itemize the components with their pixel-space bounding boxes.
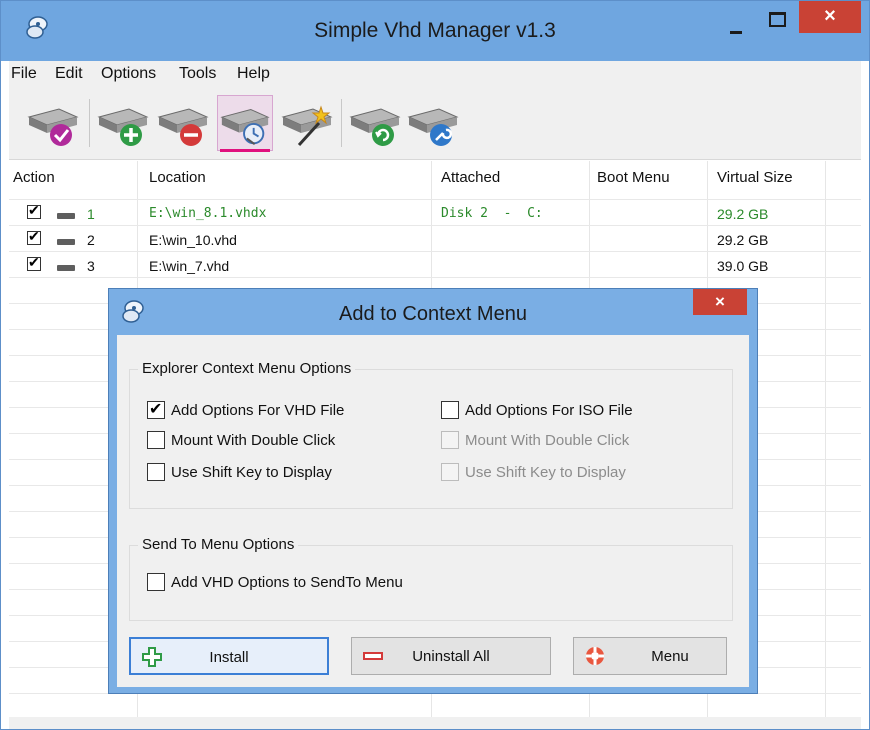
row-attached: Disk 2 - C: <box>441 206 543 221</box>
disk-new-wand-icon <box>281 105 333 147</box>
dialog-body: Explorer Context Menu Options Add Option… <box>117 335 749 687</box>
column-header-location[interactable]: Location <box>149 169 206 186</box>
column-header-boot-menu[interactable]: Boot Menu <box>597 169 670 186</box>
title-bar: Simple Vhd Manager v1.3 × <box>1 1 869 61</box>
checkbox-box[interactable] <box>147 431 165 449</box>
close-button[interactable]: × <box>799 1 861 33</box>
row-number: 2 <box>87 232 95 248</box>
vhd-settings-button[interactable] <box>405 95 461 151</box>
row-location: E:\win_8.1.vhdx <box>149 206 267 221</box>
row-checkbox[interactable] <box>27 228 41 245</box>
install-button[interactable]: Install <box>129 637 329 675</box>
row-virtual-size: 29.2 GB <box>717 232 769 248</box>
column-divider <box>825 161 826 717</box>
menu-bar: File Edit Options Tools Help <box>9 61 861 87</box>
menu-file[interactable]: File <box>11 65 37 83</box>
dialog-title: Add to Context Menu <box>339 303 527 325</box>
menu-button[interactable]: Menu <box>573 637 727 675</box>
toolbar <box>9 87 861 160</box>
status-bar <box>9 717 861 729</box>
disk-refresh-icon <box>349 108 401 146</box>
context-menu-button[interactable] <box>217 95 273 152</box>
menu-tools[interactable]: Tools <box>179 65 216 83</box>
uninstall-all-button[interactable]: Uninstall All <box>351 637 551 675</box>
disk-icon <box>57 265 75 271</box>
checkbox-box[interactable] <box>147 463 165 481</box>
maximize-button[interactable] <box>759 7 793 31</box>
toolbar-separator <box>341 99 342 147</box>
add-to-context-menu-dialog: Add to Context Menu × Explorer Context M… <box>108 288 758 694</box>
row-divider <box>9 251 861 252</box>
disk-remove-icon <box>157 108 209 146</box>
row-location: E:\win_7.vhd <box>149 258 230 274</box>
refresh-vhd-button[interactable] <box>347 95 403 151</box>
lifebuoy-icon <box>586 647 604 665</box>
row-checkbox[interactable] <box>27 254 41 271</box>
remove-vhd-button[interactable] <box>155 95 211 151</box>
disk-add-icon <box>97 108 149 146</box>
checkbox-box[interactable] <box>147 399 165 419</box>
group-title: Send To Menu Options <box>138 536 299 553</box>
menu-edit[interactable]: Edit <box>55 65 83 83</box>
checkbox-box[interactable] <box>147 573 165 591</box>
disk-check-icon <box>27 108 79 146</box>
minimize-button[interactable] <box>721 19 751 39</box>
checkbox-box <box>441 431 459 449</box>
menu-options[interactable]: Options <box>101 65 156 83</box>
disk-icon <box>57 239 75 245</box>
create-vhd-button[interactable] <box>279 95 335 151</box>
row-virtual-size: 39.0 GB <box>717 258 769 274</box>
disk-icon <box>57 213 75 219</box>
dialog-close-button[interactable]: × <box>693 289 747 315</box>
header-divider <box>9 199 861 200</box>
row-divider <box>9 277 861 278</box>
toolbar-separator <box>89 99 90 147</box>
menu-help[interactable]: Help <box>237 65 270 83</box>
column-header-attached[interactable]: Attached <box>441 169 500 186</box>
row-location: E:\win_10.vhd <box>149 232 237 248</box>
row-virtual-size: 29.2 GB <box>717 206 769 222</box>
add-vhd-button[interactable] <box>95 95 151 151</box>
attach-vhd-button[interactable] <box>25 95 81 151</box>
active-indicator <box>220 149 270 152</box>
row-checkbox[interactable] <box>27 202 41 219</box>
disk-context-menu-icon <box>220 108 270 145</box>
disk-settings-icon <box>407 108 459 146</box>
column-header-action[interactable]: Action <box>13 169 55 186</box>
checkbox-box <box>441 463 459 481</box>
group-title: Explorer Context Menu Options <box>138 360 356 377</box>
row-number: 1 <box>87 206 95 222</box>
row-divider <box>9 225 861 226</box>
checkbox-box[interactable] <box>441 401 459 419</box>
row-number: 3 <box>87 258 95 274</box>
column-header-virtual-size[interactable]: Virtual Size <box>717 169 793 186</box>
